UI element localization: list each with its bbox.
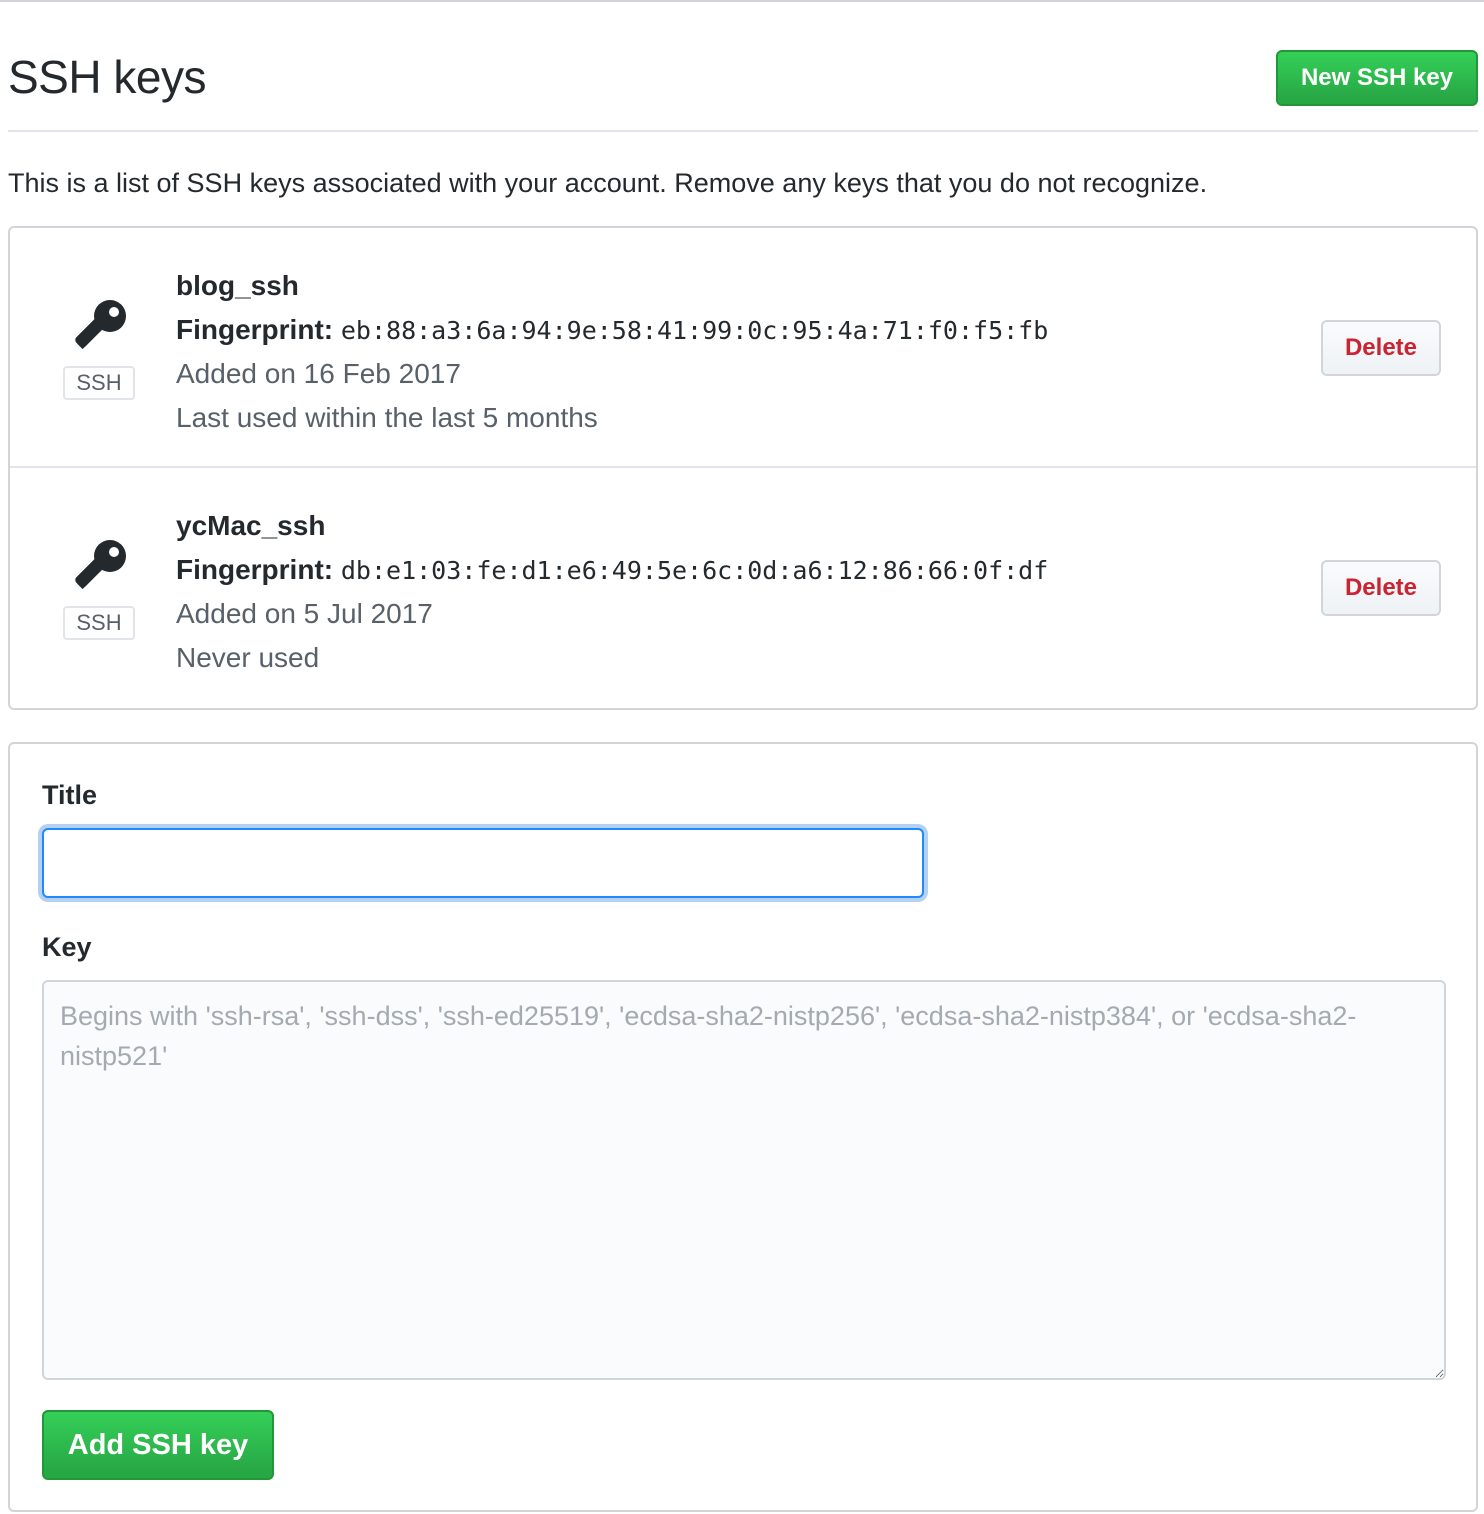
fingerprint-value: db:e1:03:fe:d1:e6:49:5e:6c:0d:a6:12:86:6… [340, 556, 1049, 585]
fingerprint-line: Fingerprint: eb:88:a3:6a:94:9e:58:41:99:… [176, 308, 1048, 352]
top-divider [0, 0, 1484, 2]
title-input[interactable] [42, 828, 924, 898]
last-used: Last used within the last 5 months [176, 402, 598, 433]
ssh-key-item: SSH blog_ssh Fingerprint: eb:88:a3:6a:94… [10, 228, 1476, 468]
new-ssh-key-button[interactable]: New SSH key [1276, 50, 1478, 106]
key-title: ycMac_ssh [176, 510, 326, 541]
key-icon [75, 540, 126, 590]
last-used: Never used [176, 642, 320, 673]
fingerprint-value: eb:88:a3:6a:94:9e:58:41:99:0c:95:4a:71:f… [340, 316, 1049, 345]
delete-key-button[interactable]: Delete [1321, 320, 1441, 376]
intro-text: This is a list of SSH keys associated wi… [8, 168, 1208, 198]
ssh-key-list: SSH blog_ssh Fingerprint: eb:88:a3:6a:94… [8, 226, 1478, 710]
key-textarea[interactable] [42, 980, 1446, 1380]
added-date: Added on 5 Jul 2017 [176, 598, 433, 629]
fingerprint-line: Fingerprint: db:e1:03:fe:d1:e6:49:5e:6c:… [176, 548, 1048, 592]
key-title: blog_ssh [176, 270, 299, 301]
add-key-form: Title Key Add SSH key [8, 742, 1478, 1512]
fingerprint-label: Fingerprint: [176, 554, 334, 585]
delete-key-button[interactable]: Delete [1321, 560, 1441, 616]
key-field-label: Key [42, 932, 92, 962]
added-date: Added on 16 Feb 2017 [176, 358, 461, 389]
key-icon [75, 300, 126, 350]
key-details: blog_ssh Fingerprint: eb:88:a3:6a:94:9e:… [176, 264, 1048, 440]
page-title: SSH keys [8, 51, 206, 103]
page-header: SSH keys New SSH key [8, 46, 1478, 132]
add-ssh-key-button[interactable]: Add SSH key [42, 1410, 274, 1480]
ssh-key-item: SSH ycMac_ssh Fingerprint: db:e1:03:fe:d… [10, 468, 1476, 708]
key-details: ycMac_ssh Fingerprint: db:e1:03:fe:d1:e6… [176, 504, 1048, 680]
title-field-label: Title [42, 780, 98, 810]
ssh-type-badge: SSH [63, 366, 135, 400]
ssh-type-badge: SSH [63, 606, 135, 640]
fingerprint-label: Fingerprint: [176, 314, 334, 345]
